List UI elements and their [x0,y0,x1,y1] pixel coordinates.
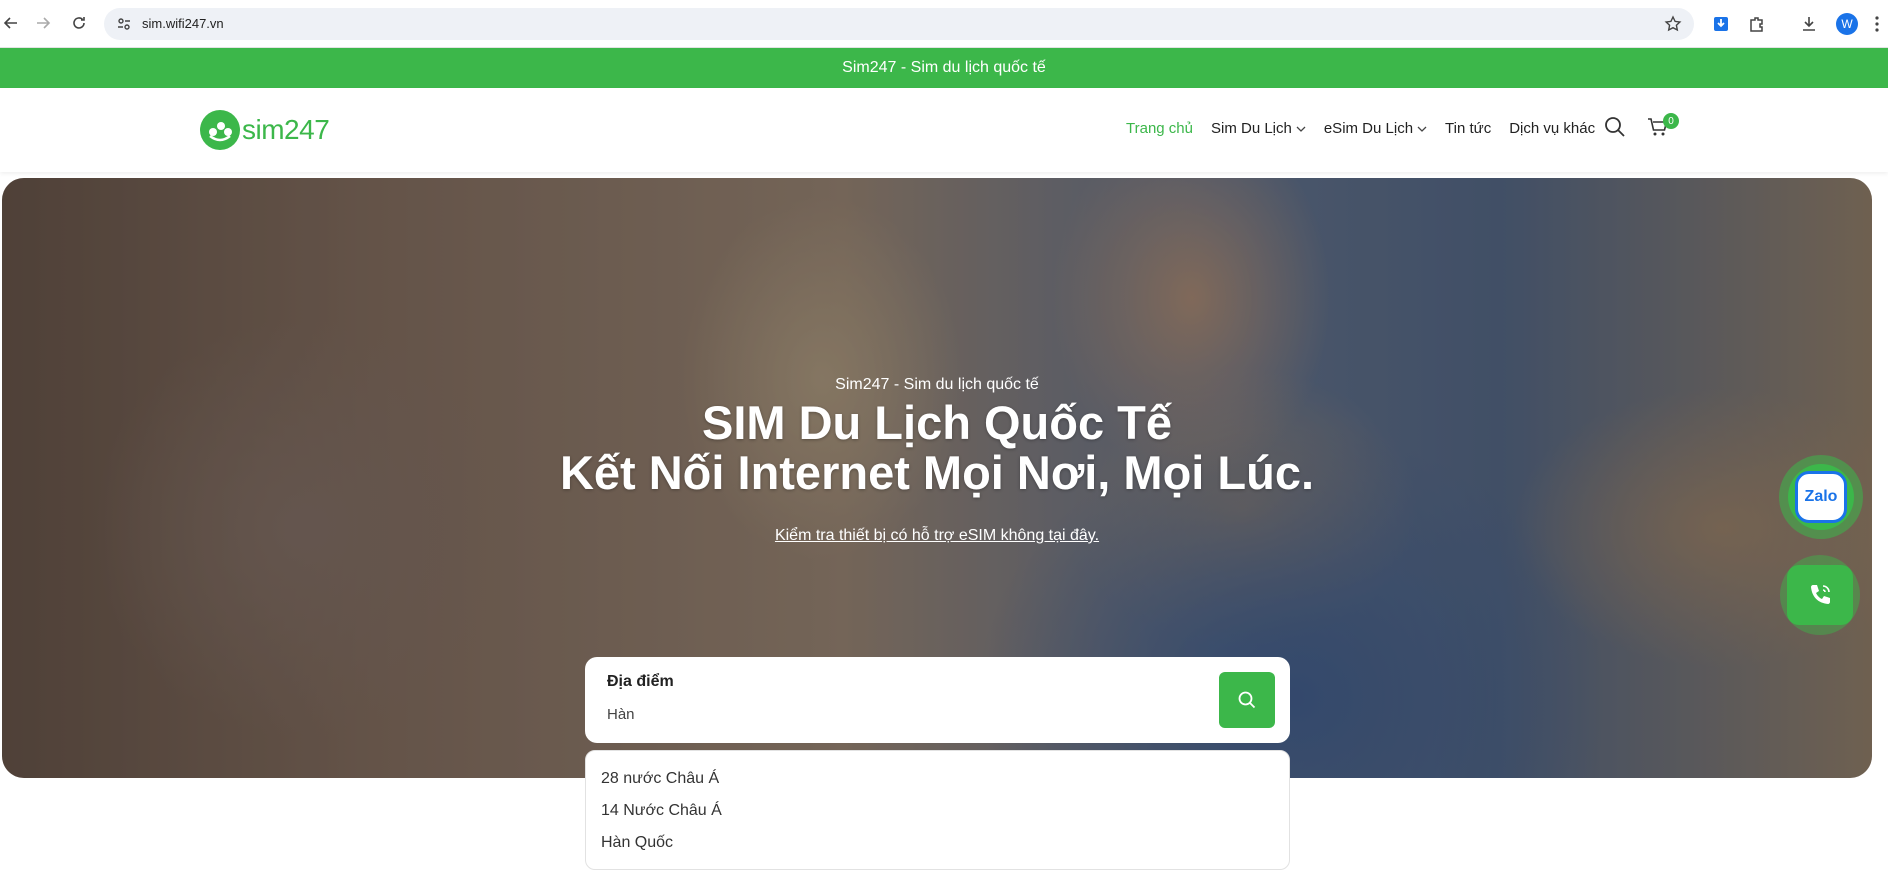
nav-item-label: Dịch vụ khác [1509,120,1596,137]
phone-inner [1787,565,1853,625]
site-header: sim247 Trang chủ Sim Du Lịch eSim Du Lịc… [0,88,1888,172]
nav-item-label: Tin tức [1445,120,1492,137]
esim-check-link[interactable]: Kiểm tra thiết bị có hỗ trợ eSIM không t… [775,527,1099,544]
search-icon[interactable] [1603,115,1629,141]
announcement-text: Sim247 - Sim du lịch quốc tế [842,59,1046,76]
suggestion-item[interactable]: 28 nước Châu Á [586,763,1289,795]
nav-item-sim-du-lich[interactable]: Sim Du Lịch [1211,120,1306,137]
chevron-down-icon [1417,126,1427,132]
main-nav: Trang chủ Sim Du Lịch eSim Du Lịch Tin t… [1126,120,1613,137]
site-logo[interactable]: sim247 [200,109,330,151]
search-suggestions-dropdown: 28 nước Châu Á 14 Nước Châu Á Hàn Quốc [585,750,1290,870]
destination-search-box: Địa điểm [585,657,1290,743]
nav-item-label: eSim Du Lịch [1323,120,1414,137]
nav-item-esim-du-lich[interactable]: eSim Du Lịch [1324,120,1427,137]
search-button[interactable] [1219,672,1275,728]
forward-icon[interactable] [32,12,54,34]
search-label: Địa điểm [607,673,674,690]
address-bar[interactable]: sim.wifi247.vn [104,8,1694,40]
zalo-chat-button[interactable]: Zalo [1779,455,1863,539]
esim-check-link-wrap: Kiểm tra thiết bị có hỗ trợ eSIM không t… [2,527,1872,545]
phone-call-button[interactable] [1780,555,1860,635]
cart-count-badge: 0 [1663,113,1679,129]
hero-title-line2: Kết Nối Internet Mọi Nơi, Mọi Lúc. [559,446,1315,499]
browser-toolbar: sim.wifi247.vn W [0,0,1888,48]
zalo-icon: Zalo [1795,471,1847,523]
nav-item-dich-vu-khac[interactable]: Dịch vụ khác [1509,120,1595,137]
downloads-icon[interactable] [1798,13,1820,35]
nav-item-home[interactable]: Trang chủ [1126,120,1193,137]
extensions-puzzle-icon[interactable] [1746,13,1768,35]
chevron-down-icon [1296,126,1306,132]
back-icon[interactable] [0,12,22,34]
zalo-inner: Zalo [1788,464,1854,530]
nav-item-label: Sim Du Lịch [1210,120,1292,137]
url-text[interactable]: sim.wifi247.vn [142,16,224,31]
bookmark-star-icon[interactable] [1664,15,1682,33]
suggestion-item[interactable]: 14 Nước Châu Á [586,795,1289,827]
suggestion-item[interactable]: Hàn Quốc [586,827,1289,859]
download-extension-icon[interactable] [1710,13,1732,35]
site-settings-icon[interactable] [116,16,132,32]
logo-text: sim247 [242,114,330,145]
nav-item-tin-tuc[interactable]: Tin tức [1445,120,1491,137]
hero-title: SIM Du Lịch Quốc Tế Kết Nối Internet Mọi… [2,398,1872,498]
profile-avatar[interactable]: W [1836,13,1858,35]
destination-search-input[interactable] [607,703,1207,725]
hero-title-line1: SIM Du Lịch Quốc Tế [701,396,1173,449]
hero-subtitle: Sim247 - Sim du lịch quốc tế [835,376,1039,393]
logo-mark-icon [200,110,240,150]
phone-icon [1811,585,1830,604]
announcement-bar: Sim247 - Sim du lịch quốc tế [0,48,1888,88]
browser-menu-icon[interactable] [1866,13,1888,35]
search-icon [1238,691,1256,709]
reload-icon[interactable] [68,12,90,34]
nav-item-label: Trang chủ [1126,120,1193,137]
